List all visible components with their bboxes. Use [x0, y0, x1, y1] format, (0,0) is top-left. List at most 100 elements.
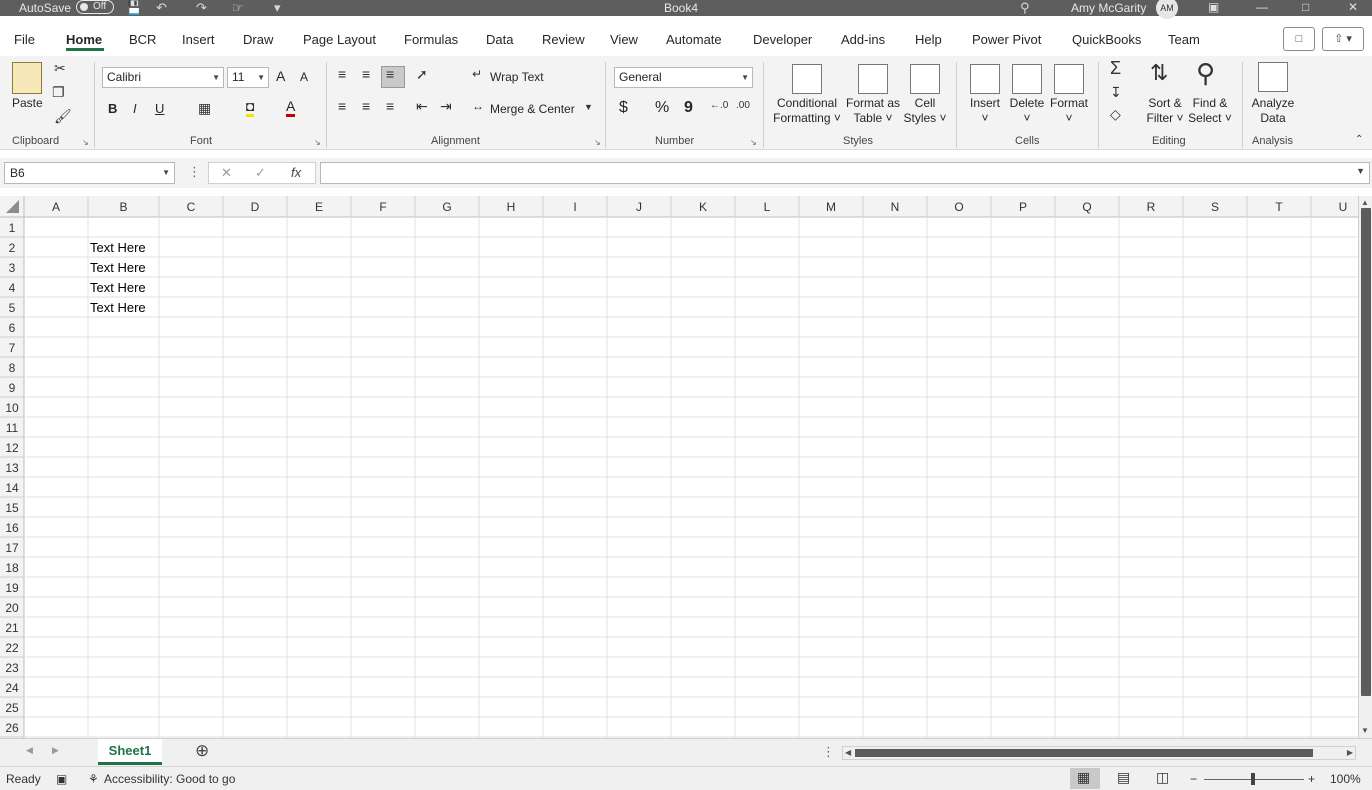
zoom-slider-knob[interactable]	[1251, 773, 1255, 785]
tab-page-layout[interactable]: Page Layout	[303, 32, 376, 47]
tab-quickbooks[interactable]: QuickBooks	[1072, 32, 1141, 47]
search-icon[interactable]: ⚲	[1020, 0, 1030, 16]
column-header-t[interactable]: T	[1275, 200, 1283, 214]
zoom-level[interactable]: 100%	[1330, 772, 1361, 786]
tab-home[interactable]: Home	[66, 32, 102, 47]
row-header-8[interactable]: 8	[9, 361, 16, 375]
row-header-3[interactable]: 3	[9, 261, 16, 275]
tab-view[interactable]: View	[610, 32, 638, 47]
tab-automate[interactable]: Automate	[666, 32, 722, 47]
row-header-2[interactable]: 2	[9, 241, 16, 255]
currency-button[interactable]: $	[619, 99, 628, 117]
next-sheet-icon[interactable]: ▶	[52, 745, 59, 756]
font-size-select[interactable]: 11▼	[227, 67, 269, 88]
delete-cells-button[interactable]: Delete˅	[1006, 96, 1048, 126]
column-header-f[interactable]: F	[379, 200, 386, 214]
clipboard-launcher-icon[interactable]: ↘	[82, 138, 89, 147]
column-header-l[interactable]: L	[764, 200, 771, 214]
column-header-s[interactable]: S	[1211, 200, 1219, 214]
grow-font-button[interactable]: A	[276, 68, 285, 84]
fill-icon[interactable]: ↧	[1110, 84, 1122, 101]
page-layout-view-icon[interactable]: ▤	[1117, 769, 1130, 786]
bold-button[interactable]: B	[108, 101, 117, 116]
more-options-icon[interactable]: ⋮	[188, 164, 201, 180]
wrap-text-button[interactable]: Wrap Text	[490, 70, 544, 84]
column-header-g[interactable]: G	[442, 200, 451, 214]
row-header-24[interactable]: 24	[5, 681, 19, 695]
column-header-h[interactable]: H	[507, 200, 516, 214]
shrink-font-button[interactable]: A	[300, 70, 308, 84]
tab-developer[interactable]: Developer	[753, 32, 812, 47]
maximize-icon[interactable]: □	[1302, 0, 1309, 14]
column-header-e[interactable]: E	[315, 200, 323, 214]
accessibility-icon[interactable]: ⚘	[88, 772, 99, 786]
decrease-indent-icon[interactable]: ⇤	[416, 98, 428, 115]
scroll-thumb[interactable]	[1361, 208, 1371, 696]
row-header-18[interactable]: 18	[5, 561, 19, 575]
column-header-q[interactable]: Q	[1082, 200, 1091, 214]
cell-styles-button[interactable]: CellStyles ˅	[902, 96, 948, 126]
paste-button[interactable]: Paste	[12, 96, 43, 110]
avatar[interactable]: AM	[1156, 0, 1178, 19]
add-sheet-icon[interactable]: ⊕	[195, 741, 209, 761]
name-box[interactable]: B6▼	[4, 162, 175, 184]
tab-insert[interactable]: Insert	[182, 32, 215, 47]
formula-input[interactable]: ▼	[320, 162, 1370, 184]
scroll-down-icon[interactable]: ▼	[1361, 726, 1369, 735]
hscroll-thumb[interactable]	[855, 749, 1313, 757]
macro-record-icon[interactable]: ▣	[56, 772, 67, 786]
undo-icon[interactable]: ↶	[156, 0, 167, 16]
column-header-p[interactable]: P	[1019, 200, 1027, 214]
zoom-out-icon[interactable]: −	[1190, 772, 1197, 786]
tab-data[interactable]: Data	[486, 32, 513, 47]
fill-color-icon[interactable]: ◘	[246, 98, 254, 117]
row-header-6[interactable]: 6	[9, 321, 16, 335]
font-color-button[interactable]: A	[286, 98, 295, 117]
column-header-r[interactable]: R	[1147, 200, 1156, 214]
row-header-19[interactable]: 19	[5, 581, 19, 595]
number-format-select[interactable]: General▼	[614, 67, 753, 88]
vertical-scrollbar[interactable]: ▲ ▼	[1358, 196, 1372, 738]
scroll-up-icon[interactable]: ▲	[1361, 198, 1369, 207]
tab-add-ins[interactable]: Add-ins	[841, 32, 885, 47]
collapse-ribbon-icon[interactable]: ⌃	[1355, 134, 1363, 145]
minimize-icon[interactable]: —	[1256, 0, 1268, 14]
tab-help[interactable]: Help	[915, 32, 942, 47]
tab-team[interactable]: Team	[1168, 32, 1200, 47]
row-header-21[interactable]: 21	[5, 621, 19, 635]
ribbon-display-icon[interactable]: ▣	[1208, 0, 1219, 14]
save-icon[interactable]: 💾	[126, 0, 142, 16]
column-header-c[interactable]: C	[187, 200, 196, 214]
cut-icon[interactable]: ✂	[54, 60, 66, 77]
column-header-b[interactable]: B	[119, 200, 127, 214]
font-name-select[interactable]: Calibri▼	[102, 67, 224, 88]
column-header-j[interactable]: J	[636, 200, 642, 214]
alignment-launcher-icon[interactable]: ↘	[594, 138, 601, 147]
row-header-11[interactable]: 11	[6, 421, 19, 435]
copy-icon[interactable]: ❐	[52, 84, 65, 101]
zoom-in-icon[interactable]: +	[1308, 772, 1315, 786]
cell-b5[interactable]: Text Here	[90, 300, 146, 315]
row-header-14[interactable]: 14	[5, 481, 19, 495]
scroll-left-icon[interactable]: ◀	[845, 748, 851, 757]
accessibility-status[interactable]: Accessibility: Good to go	[104, 772, 235, 786]
tab-file[interactable]: File	[14, 32, 35, 47]
row-header-9[interactable]: 9	[9, 381, 16, 395]
column-header-m[interactable]: M	[826, 200, 836, 214]
comments-button[interactable]: □	[1283, 27, 1315, 51]
cancel-icon[interactable]: ✕	[221, 165, 232, 181]
sheet-tab-sheet1[interactable]: Sheet1	[98, 739, 162, 765]
close-icon[interactable]: ✕	[1348, 0, 1358, 14]
cell-b3[interactable]: Text Here	[90, 260, 146, 275]
format-painter-icon[interactable]: 🖌	[54, 108, 72, 125]
column-header-a[interactable]: A	[52, 200, 60, 214]
insert-function-button[interactable]: fx	[291, 165, 301, 180]
italic-button[interactable]: I	[133, 101, 137, 116]
scroll-right-icon[interactable]: ▶	[1347, 748, 1353, 757]
splitter-icon[interactable]: ⋮	[822, 744, 835, 760]
row-header-26[interactable]: 26	[5, 721, 19, 735]
worksheet-grid[interactable]: ABCDEFGHIJKLMNOPQRSTU1234567891011121314…	[0, 196, 1358, 738]
share-button[interactable]: ⇧ ▾	[1322, 27, 1364, 51]
comma-button[interactable]: 9	[684, 99, 693, 117]
row-header-15[interactable]: 15	[5, 501, 19, 515]
